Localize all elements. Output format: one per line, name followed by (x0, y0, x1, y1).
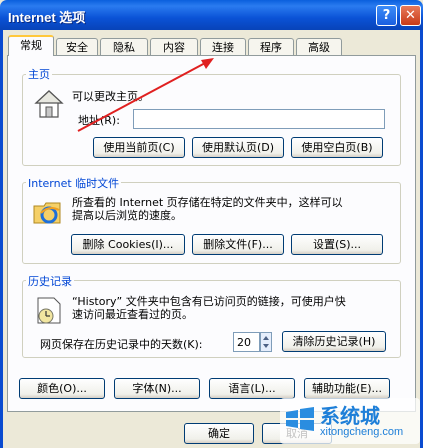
tab-programs[interactable]: 程序 (248, 38, 294, 55)
delete-cookies-button[interactable]: 删除 Cookies(I)... (71, 234, 185, 255)
history-days-label: 网页保存在历史记录中的天数(K): (40, 338, 203, 351)
tab-security[interactable]: 安全 (56, 38, 98, 55)
use-blank-button[interactable]: 使用空白页(B) (291, 137, 383, 158)
ok-button[interactable]: 确定 (184, 423, 254, 444)
use-current-button[interactable]: 使用当前页(C) (93, 137, 185, 158)
fonts-button[interactable]: 字体(N)... (114, 378, 200, 399)
history-description-2: 速访问最近查看过的页。 (72, 308, 193, 321)
watermark-brand: 系统城 (320, 404, 380, 428)
close-button[interactable]: ✕ (400, 5, 421, 26)
accessibility-button[interactable]: 辅助功能(E)... (304, 378, 390, 399)
delete-files-button[interactable]: 删除文件(F)... (192, 234, 284, 255)
address-input[interactable] (133, 109, 385, 129)
window-title: Internet 选项 (8, 10, 86, 25)
colors-button[interactable]: 颜色(O)... (19, 378, 105, 399)
watermark: 系统城 xitongcheng.com (280, 398, 420, 444)
history-icon (34, 294, 64, 326)
history-group-label: 历史记录 (26, 273, 74, 289)
homepage-group-label: 主页 (26, 66, 52, 82)
help-button[interactable]: ? (376, 5, 397, 26)
home-icon (34, 88, 64, 120)
ie-folder-icon (32, 196, 64, 228)
watermark-url: xitongcheng.com (320, 426, 404, 438)
temp-settings-button[interactable]: 设置(S)... (291, 234, 383, 255)
tab-content[interactable]: 内容 (150, 38, 198, 55)
history-days-spinner[interactable] (260, 332, 272, 352)
tab-general[interactable]: 常规 (8, 35, 54, 56)
tab-advanced[interactable]: 高级 (296, 38, 342, 55)
temp-files-group-label: Internet 临时文件 (26, 175, 122, 191)
window-frame-left (0, 30, 3, 448)
watermark-logo-icon (284, 404, 316, 437)
temp-files-description-2: 提高以后浏览的速度。 (72, 209, 182, 222)
tab-connections[interactable]: 连接 (200, 38, 246, 55)
history-days-input[interactable] (233, 332, 260, 352)
use-default-button[interactable]: 使用默认页(D) (192, 137, 284, 158)
tab-privacy[interactable]: 隐私 (100, 38, 148, 55)
homepage-description: 可以更改主页。 (72, 90, 149, 103)
address-label: 地址(R): (78, 114, 120, 127)
languages-button[interactable]: 语言(L)... (209, 378, 295, 399)
clear-history-button[interactable]: 清除历史记录(H) (282, 331, 386, 352)
